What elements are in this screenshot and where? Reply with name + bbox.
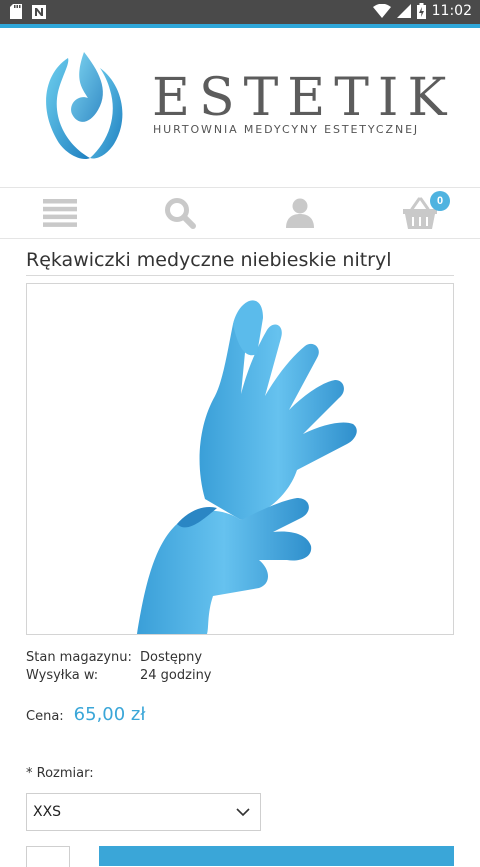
main-nav: 0: [0, 187, 480, 239]
clock: 11:02: [431, 3, 472, 19]
size-selected-value: XXS: [33, 804, 62, 820]
add-to-cart-button[interactable]: [99, 846, 454, 866]
battery-icon: [416, 3, 426, 19]
user-icon: [286, 198, 314, 228]
sd-card-icon: [10, 4, 22, 19]
stock-label: Stan magazynu:: [26, 650, 132, 665]
signal-icon: [396, 4, 411, 18]
shipping-value: 24 godziny: [140, 668, 212, 683]
glove-image: [137, 300, 357, 634]
site-header: ESTETIK HURTOWNIA MEDYCYNY ESTETYCZNEJ: [0, 28, 480, 186]
product-title: Rękawiczki medyczne niebieskie nitryl: [26, 249, 454, 276]
quantity-input[interactable]: [26, 846, 70, 867]
price-value: 65,00 zł: [73, 704, 146, 725]
cart-button[interactable]: 0: [400, 191, 450, 232]
search-button[interactable]: [160, 194, 200, 232]
product-image[interactable]: [26, 283, 454, 635]
brand-tagline: HURTOWNIA MEDYCYNY ESTETYCZNEJ: [153, 123, 420, 136]
n-notification-icon: [32, 4, 46, 19]
size-label: * Rozmiar:: [26, 766, 94, 781]
logo-icon[interactable]: [38, 50, 128, 162]
menu-icon: [43, 199, 77, 227]
account-button[interactable]: [280, 194, 320, 232]
status-bar: 11:02: [0, 0, 480, 24]
search-icon: [165, 198, 196, 229]
stock-value: Dostępny: [140, 650, 203, 665]
product-info: Stan magazynu: Dostępny Wysyłka w: 24 go…: [26, 650, 212, 686]
menu-button[interactable]: [40, 194, 80, 232]
size-select[interactable]: XXS: [26, 793, 261, 831]
cart-count-badge: 0: [430, 191, 450, 211]
wifi-icon: [372, 4, 391, 18]
price-label: Cena:: [26, 709, 64, 724]
brand-name: ESTETIK: [152, 68, 456, 128]
chevron-down-icon: [236, 807, 250, 816]
price-row: Cena: 65,00 zł: [26, 704, 146, 725]
shipping-label: Wysyłka w:: [26, 668, 99, 683]
